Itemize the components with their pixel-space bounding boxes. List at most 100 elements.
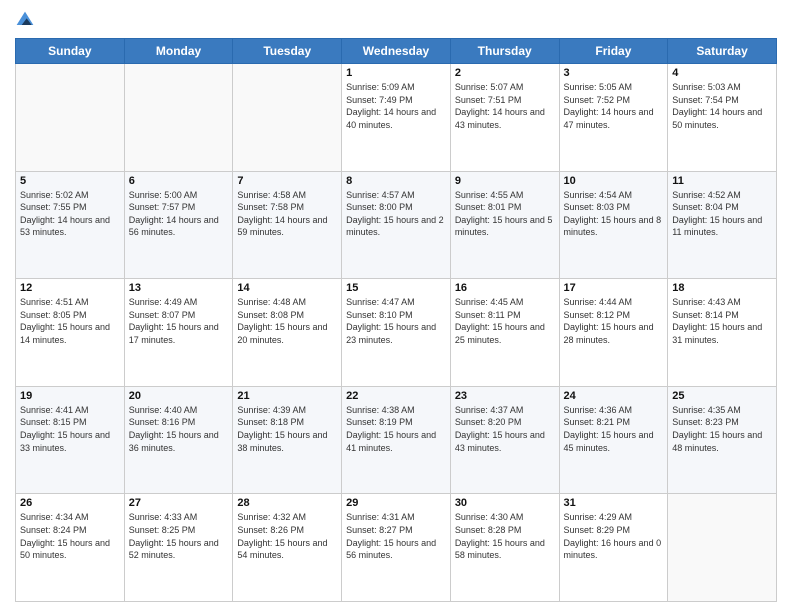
day-info: Sunrise: 4:34 AMSunset: 8:24 PMDaylight:…: [20, 511, 120, 561]
day-number: 19: [20, 390, 120, 402]
day-info: Sunrise: 4:58 AMSunset: 7:58 PMDaylight:…: [237, 189, 337, 239]
calendar-cell: 16 Sunrise: 4:45 AMSunset: 8:11 PMDayligh…: [450, 279, 559, 387]
day-number: 16: [455, 282, 555, 294]
calendar-cell: 19 Sunrise: 4:41 AMSunset: 8:15 PMDayligh…: [16, 386, 125, 494]
day-info: Sunrise: 5:05 AMSunset: 7:52 PMDaylight:…: [564, 81, 664, 131]
calendar-cell: 25 Sunrise: 4:35 AMSunset: 8:23 PMDayligh…: [668, 386, 777, 494]
calendar-cell: 21 Sunrise: 4:39 AMSunset: 8:18 PMDayligh…: [233, 386, 342, 494]
weekday-header-tuesday: Tuesday: [233, 39, 342, 64]
calendar-cell: [233, 64, 342, 172]
week-row-5: 26 Sunrise: 4:34 AMSunset: 8:24 PMDayligh…: [16, 494, 777, 602]
calendar-cell: [16, 64, 125, 172]
day-number: 13: [129, 282, 229, 294]
day-number: 12: [20, 282, 120, 294]
day-number: 10: [564, 175, 664, 187]
week-row-4: 19 Sunrise: 4:41 AMSunset: 8:15 PMDayligh…: [16, 386, 777, 494]
day-number: 17: [564, 282, 664, 294]
calendar-cell: 11 Sunrise: 4:52 AMSunset: 8:04 PMDayligh…: [668, 171, 777, 279]
calendar-cell: [124, 64, 233, 172]
calendar-cell: 15 Sunrise: 4:47 AMSunset: 8:10 PMDayligh…: [342, 279, 451, 387]
week-row-1: 1 Sunrise: 5:09 AMSunset: 7:49 PMDaylight…: [16, 64, 777, 172]
day-info: Sunrise: 4:47 AMSunset: 8:10 PMDaylight:…: [346, 296, 446, 346]
day-number: 22: [346, 390, 446, 402]
calendar-cell: 13 Sunrise: 4:49 AMSunset: 8:07 PMDayligh…: [124, 279, 233, 387]
day-number: 24: [564, 390, 664, 402]
calendar-cell: 18 Sunrise: 4:43 AMSunset: 8:14 PMDayligh…: [668, 279, 777, 387]
weekday-header-saturday: Saturday: [668, 39, 777, 64]
day-number: 26: [20, 497, 120, 509]
calendar-cell: 14 Sunrise: 4:48 AMSunset: 8:08 PMDayligh…: [233, 279, 342, 387]
day-info: Sunrise: 4:33 AMSunset: 8:25 PMDaylight:…: [129, 511, 229, 561]
day-number: 3: [564, 67, 664, 79]
logo-icon: [15, 10, 35, 30]
day-info: Sunrise: 4:44 AMSunset: 8:12 PMDaylight:…: [564, 296, 664, 346]
calendar-cell: 9 Sunrise: 4:55 AMSunset: 8:01 PMDaylight…: [450, 171, 559, 279]
day-info: Sunrise: 5:09 AMSunset: 7:49 PMDaylight:…: [346, 81, 446, 131]
calendar-cell: 20 Sunrise: 4:40 AMSunset: 8:16 PMDayligh…: [124, 386, 233, 494]
header: [15, 10, 777, 30]
calendar-cell: 22 Sunrise: 4:38 AMSunset: 8:19 PMDayligh…: [342, 386, 451, 494]
day-info: Sunrise: 4:31 AMSunset: 8:27 PMDaylight:…: [346, 511, 446, 561]
day-info: Sunrise: 4:32 AMSunset: 8:26 PMDaylight:…: [237, 511, 337, 561]
day-number: 9: [455, 175, 555, 187]
calendar-cell: 27 Sunrise: 4:33 AMSunset: 8:25 PMDayligh…: [124, 494, 233, 602]
calendar-cell: 10Sunrise: 4:54 AMSunset: 8:03 PMDayligh…: [559, 171, 668, 279]
day-info: Sunrise: 4:43 AMSunset: 8:14 PMDaylight:…: [672, 296, 772, 346]
day-number: 14: [237, 282, 337, 294]
day-number: 25: [672, 390, 772, 402]
day-number: 27: [129, 497, 229, 509]
day-info: Sunrise: 4:41 AMSunset: 8:15 PMDaylight:…: [20, 404, 120, 454]
calendar-cell: 4 Sunrise: 5:03 AMSunset: 7:54 PMDaylight…: [668, 64, 777, 172]
day-info: Sunrise: 4:37 AMSunset: 8:20 PMDaylight:…: [455, 404, 555, 454]
day-info: Sunrise: 4:39 AMSunset: 8:18 PMDaylight:…: [237, 404, 337, 454]
day-number: 21: [237, 390, 337, 402]
day-number: 1: [346, 67, 446, 79]
day-number: 31: [564, 497, 664, 509]
day-number: 2: [455, 67, 555, 79]
day-number: 11: [672, 175, 772, 187]
day-info: Sunrise: 4:38 AMSunset: 8:19 PMDaylight:…: [346, 404, 446, 454]
day-number: 4: [672, 67, 772, 79]
day-info: Sunrise: 4:36 AMSunset: 8:21 PMDaylight:…: [564, 404, 664, 454]
calendar-cell: 2 Sunrise: 5:07 AMSunset: 7:51 PMDaylight…: [450, 64, 559, 172]
day-info: Sunrise: 4:48 AMSunset: 8:08 PMDaylight:…: [237, 296, 337, 346]
day-info: Sunrise: 4:51 AMSunset: 8:05 PMDaylight:…: [20, 296, 120, 346]
calendar-cell: 23Sunrise: 4:37 AMSunset: 8:20 PMDayligh…: [450, 386, 559, 494]
calendar-cell: 28 Sunrise: 4:32 AMSunset: 8:26 PMDayligh…: [233, 494, 342, 602]
page: SundayMondayTuesdayWednesdayThursdayFrid…: [0, 0, 792, 612]
weekday-header-monday: Monday: [124, 39, 233, 64]
day-number: 15: [346, 282, 446, 294]
week-row-2: 5Sunrise: 5:02 AMSunset: 7:55 PMDaylight…: [16, 171, 777, 279]
calendar-cell: 29Sunrise: 4:31 AMSunset: 8:27 PMDayligh…: [342, 494, 451, 602]
weekday-header-wednesday: Wednesday: [342, 39, 451, 64]
calendar-cell: 12 Sunrise: 4:51 AMSunset: 8:05 PMDayligh…: [16, 279, 125, 387]
weekday-header-thursday: Thursday: [450, 39, 559, 64]
day-info: Sunrise: 4:29 AMSunset: 8:29 PMDaylight:…: [564, 511, 664, 561]
day-info: Sunrise: 4:52 AMSunset: 8:04 PMDaylight:…: [672, 189, 772, 239]
calendar-cell: 31 Sunrise: 4:29 AMSunset: 8:29 PMDayligh…: [559, 494, 668, 602]
day-number: 28: [237, 497, 337, 509]
logo: [15, 10, 39, 30]
day-info: Sunrise: 5:02 AMSunset: 7:55 PMDaylight:…: [20, 189, 120, 239]
day-number: 20: [129, 390, 229, 402]
day-info: Sunrise: 4:49 AMSunset: 8:07 PMDaylight:…: [129, 296, 229, 346]
day-number: 18: [672, 282, 772, 294]
day-info: Sunrise: 4:40 AMSunset: 8:16 PMDaylight:…: [129, 404, 229, 454]
calendar-cell: 5Sunrise: 5:02 AMSunset: 7:55 PMDaylight…: [16, 171, 125, 279]
day-info: Sunrise: 5:07 AMSunset: 7:51 PMDaylight:…: [455, 81, 555, 131]
day-info: Sunrise: 4:55 AMSunset: 8:01 PMDaylight:…: [455, 189, 555, 239]
calendar-cell: 6 Sunrise: 5:00 AMSunset: 7:57 PMDaylight…: [124, 171, 233, 279]
weekday-header-row: SundayMondayTuesdayWednesdayThursdayFrid…: [16, 39, 777, 64]
day-info: Sunrise: 5:03 AMSunset: 7:54 PMDaylight:…: [672, 81, 772, 131]
day-info: Sunrise: 4:30 AMSunset: 8:28 PMDaylight:…: [455, 511, 555, 561]
day-info: Sunrise: 5:00 AMSunset: 7:57 PMDaylight:…: [129, 189, 229, 239]
day-info: Sunrise: 4:45 AMSunset: 8:11 PMDaylight:…: [455, 296, 555, 346]
calendar-cell: 1 Sunrise: 5:09 AMSunset: 7:49 PMDaylight…: [342, 64, 451, 172]
weekday-header-friday: Friday: [559, 39, 668, 64]
calendar-cell: 24 Sunrise: 4:36 AMSunset: 8:21 PMDayligh…: [559, 386, 668, 494]
day-info: Sunrise: 4:35 AMSunset: 8:23 PMDaylight:…: [672, 404, 772, 454]
calendar-cell: 26 Sunrise: 4:34 AMSunset: 8:24 PMDayligh…: [16, 494, 125, 602]
calendar-cell: 7Sunrise: 4:58 AMSunset: 7:58 PMDaylight…: [233, 171, 342, 279]
calendar-cell: 3 Sunrise: 5:05 AMSunset: 7:52 PMDaylight…: [559, 64, 668, 172]
day-number: 6: [129, 175, 229, 187]
